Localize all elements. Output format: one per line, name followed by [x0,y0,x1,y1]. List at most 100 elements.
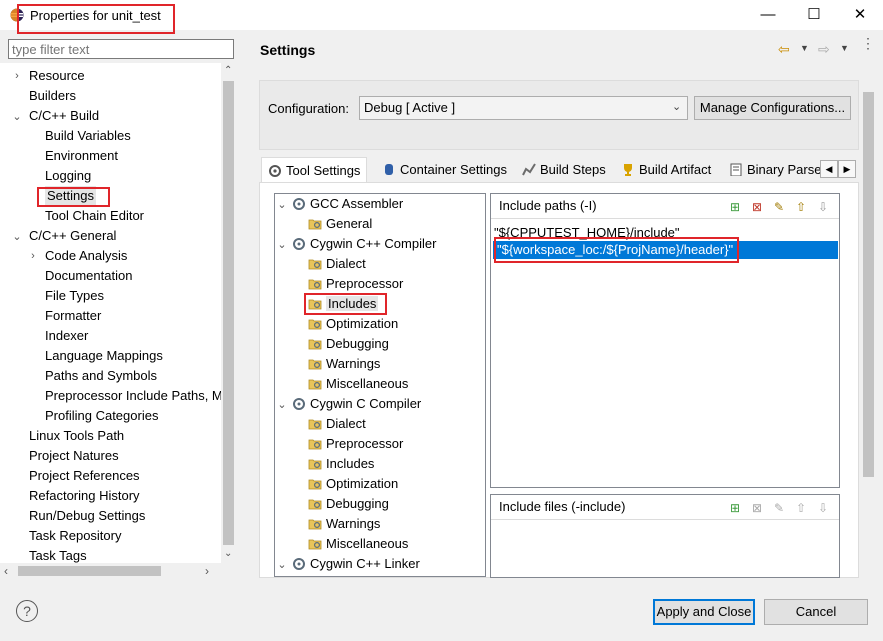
close-button[interactable]: ✕ [837,0,883,30]
nav-scroll-thumb[interactable] [223,81,234,545]
nav-item[interactable]: Profiling Categories [45,406,158,426]
minimize-button[interactable]: — [745,0,791,30]
nav-item[interactable]: C/C++ Build [29,106,99,126]
tool-tree-label: General [326,216,373,231]
maximize-button[interactable]: ☐ [791,0,837,30]
tool-tree-item[interactable]: Warnings [308,354,380,374]
nav-hscroll-thumb[interactable] [18,566,161,576]
chevron-down-icon[interactable]: ⌄ [277,198,287,211]
tool-tree-item[interactable]: Cygwin C++ Linker [292,554,420,574]
nav-item[interactable]: File Types [45,286,104,306]
option-folder-icon [308,256,322,270]
chevron-down-icon[interactable]: ⌄ [277,398,287,411]
tool-tree-item[interactable]: Miscellaneous [308,534,408,554]
scroll-down-icon[interactable]: ⌄ [224,548,232,559]
content-vertical-scrollbar[interactable] [861,80,876,578]
tool-tree-item[interactable]: General [308,214,372,234]
nav-item[interactable]: Builders [29,86,76,106]
tool-tree-item[interactable]: GCC Assembler [292,194,403,214]
move-down-icon[interactable]: ⇩ [815,199,831,215]
nav-item[interactable]: Language Mappings [45,346,163,366]
nav-item[interactable]: Logging [45,166,91,186]
file-move-down-icon[interactable]: ⇩ [815,500,831,516]
chevron-right-icon[interactable]: › [28,250,38,262]
chevron-right-icon[interactable]: › [12,70,22,82]
nav-item[interactable]: Run/Debug Settings [29,506,145,526]
nav-item[interactable]: Code Analysis [45,246,127,266]
nav-item[interactable]: Environment [45,146,118,166]
scroll-right-icon[interactable]: › [205,564,209,578]
nav-item[interactable]: Indexer [45,326,88,346]
tool-tree-label: Dialect [326,416,366,431]
apply-and-close-button[interactable]: Apply and Close [653,599,755,625]
scroll-left-icon[interactable]: ‹ [4,564,8,578]
tool-tree-item[interactable]: Preprocessor [308,274,403,294]
nav-item[interactable]: Preprocessor Include Paths, M [45,386,223,406]
nav-item[interactable]: Paths and Symbols [45,366,157,386]
tab-scroll-left-button[interactable]: ◀ [820,160,838,178]
tab-scroll-right-button[interactable]: ▶ [838,160,856,178]
add-path-icon[interactable]: ⊞ [727,199,743,215]
back-arrow-icon[interactable]: ⇦ [778,41,790,58]
add-file-icon[interactable]: ⊞ [727,500,743,516]
view-menu-icon[interactable]: ⋮ [861,36,875,50]
tab-label: Container Settings [400,162,507,177]
nav-item[interactable]: Tool Chain Editor [45,206,144,226]
tool-tree-label: Debugging [326,496,389,511]
option-folder-icon [308,336,322,350]
tab-build-steps[interactable]: Build Steps [516,157,612,182]
tool-tree-label: Cygwin C++ Linker [310,556,420,571]
tab-build-artifact[interactable]: Build Artifact [615,157,717,182]
chevron-down-icon[interactable]: ⌄ [12,110,22,123]
tool-tree-item[interactable]: Dialect [308,254,366,274]
forward-dropdown-icon[interactable]: ▼ [840,43,849,53]
tool-tree-item[interactable]: Optimization [308,314,398,334]
help-button[interactable]: ? [16,600,38,622]
nav-item[interactable]: Documentation [45,266,132,286]
edit-path-icon[interactable]: ✎ [771,199,787,215]
container-icon [382,159,396,175]
tool-tree-item[interactable]: Includes [308,454,374,474]
nav-horizontal-scrollbar[interactable]: ‹ › [0,563,236,579]
nav-item[interactable]: Resource [29,66,85,86]
nav-item[interactable]: Refactoring History [29,486,140,506]
filter-input[interactable] [9,40,225,58]
chevron-down-icon[interactable]: ⌄ [277,558,287,571]
tool-tree-item[interactable]: Warnings [308,514,380,534]
title-highlight-box [17,4,175,34]
nav-item[interactable]: Project References [29,466,140,486]
manage-configurations-button[interactable]: Manage Configurations... [694,96,851,120]
file-move-up-icon[interactable]: ⇧ [793,500,809,516]
tool-tree-item[interactable]: Optimization [308,474,398,494]
nav-item[interactable]: Linux Tools Path [29,426,124,446]
nav-item[interactable]: C/C++ General [29,226,116,246]
tool-tree-item[interactable]: Miscellaneous [308,374,408,394]
tool-tree-item[interactable]: Cygwin C++ Compiler [292,234,436,254]
delete-file-icon[interactable]: ⊠ [749,500,765,516]
nav-item[interactable]: Formatter [45,306,101,326]
configuration-select[interactable]: Debug [ Active ] ⌄ [359,96,688,120]
tool-tree-item[interactable]: Cygwin C Compiler [292,394,421,414]
back-dropdown-icon[interactable]: ▼ [800,43,809,53]
tool-tree-item[interactable]: Preprocessor [308,434,403,454]
content-scroll-thumb[interactable] [863,92,874,477]
tab-binary-parsers[interactable]: Binary Parse [723,157,827,182]
cancel-button[interactable]: Cancel [764,599,868,625]
tab-container-settings[interactable]: Container Settings [376,157,513,182]
nav-item[interactable]: Project Natures [29,446,119,466]
nav-item[interactable]: Build Variables [45,126,131,146]
tool-tree-item[interactable]: Dialect [308,414,366,434]
nav-vertical-scrollbar[interactable]: ⌃ ⌄ [221,63,236,563]
delete-path-icon[interactable]: ⊠ [749,199,765,215]
tool-settings-tree: ⌄ GCC Assembler General ⌄ Cygwin C++ Compile… [274,193,486,577]
chevron-down-icon[interactable]: ⌄ [12,230,22,243]
move-up-icon[interactable]: ⇧ [793,199,809,215]
chevron-down-icon[interactable]: ⌄ [277,238,287,251]
tool-tree-item[interactable]: Debugging [308,334,389,354]
forward-arrow-icon[interactable]: ⇨ [818,41,830,58]
edit-file-icon[interactable]: ✎ [771,500,787,516]
nav-item[interactable]: Task Repository [29,526,121,546]
tab-tool-settings[interactable]: Tool Settings [261,157,368,184]
scroll-up-icon[interactable]: ⌃ [224,65,232,76]
tool-tree-item[interactable]: Debugging [308,494,389,514]
